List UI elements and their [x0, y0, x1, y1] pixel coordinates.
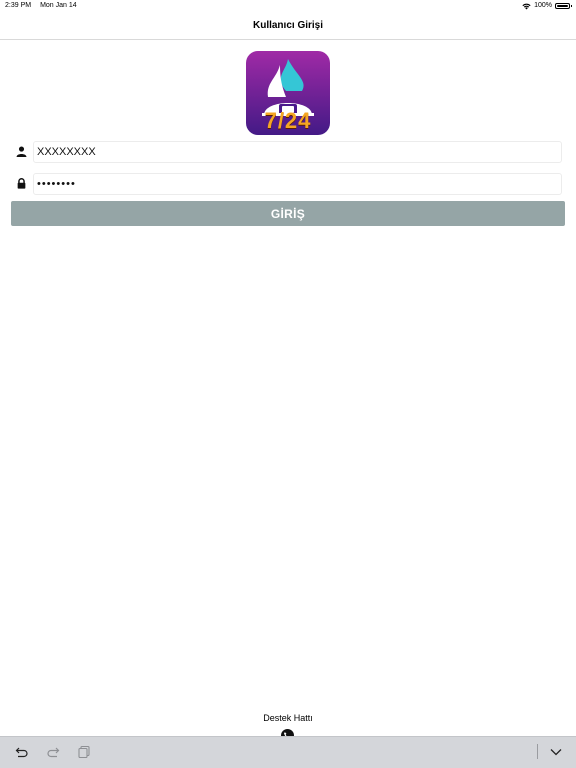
toolbar-divider: [537, 744, 538, 759]
app-logo: 7/24: [246, 51, 330, 135]
chevron-down-icon[interactable]: [549, 745, 563, 759]
app-logo-text: 7/24: [264, 108, 312, 133]
redo-icon[interactable]: [46, 745, 60, 759]
status-bar: 2:39 PM Mon Jan 14 100%: [0, 0, 576, 12]
password-row: [12, 173, 562, 195]
status-left: 2:39 PM Mon Jan 14: [5, 0, 77, 12]
lock-icon: [17, 178, 26, 189]
wifi-icon: [522, 3, 531, 9]
undo-icon[interactable]: [15, 745, 29, 759]
login-screen: 2:39 PM Mon Jan 14 100% Kullanıcı Girişi: [0, 0, 576, 768]
keyboard-toolbar: [0, 736, 576, 768]
paste-icon[interactable]: [77, 745, 91, 759]
user-icon: [16, 146, 27, 157]
page-title: Kullanıcı Girişi: [252, 20, 324, 31]
username-row: [12, 141, 562, 163]
status-right: 100%: [522, 0, 572, 12]
status-time: 2:39 PM: [5, 2, 32, 9]
support-label: Destek Hattı: [263, 713, 313, 723]
password-field[interactable]: [33, 173, 562, 195]
status-date: Mon Jan 14: [40, 2, 77, 9]
battery-percent: 100%: [534, 2, 552, 9]
nav-bar: Kullanıcı Girişi: [0, 12, 576, 40]
login-button[interactable]: GİRİŞ: [11, 201, 565, 226]
username-field[interactable]: [33, 141, 562, 163]
battery-icon: [555, 3, 572, 9]
